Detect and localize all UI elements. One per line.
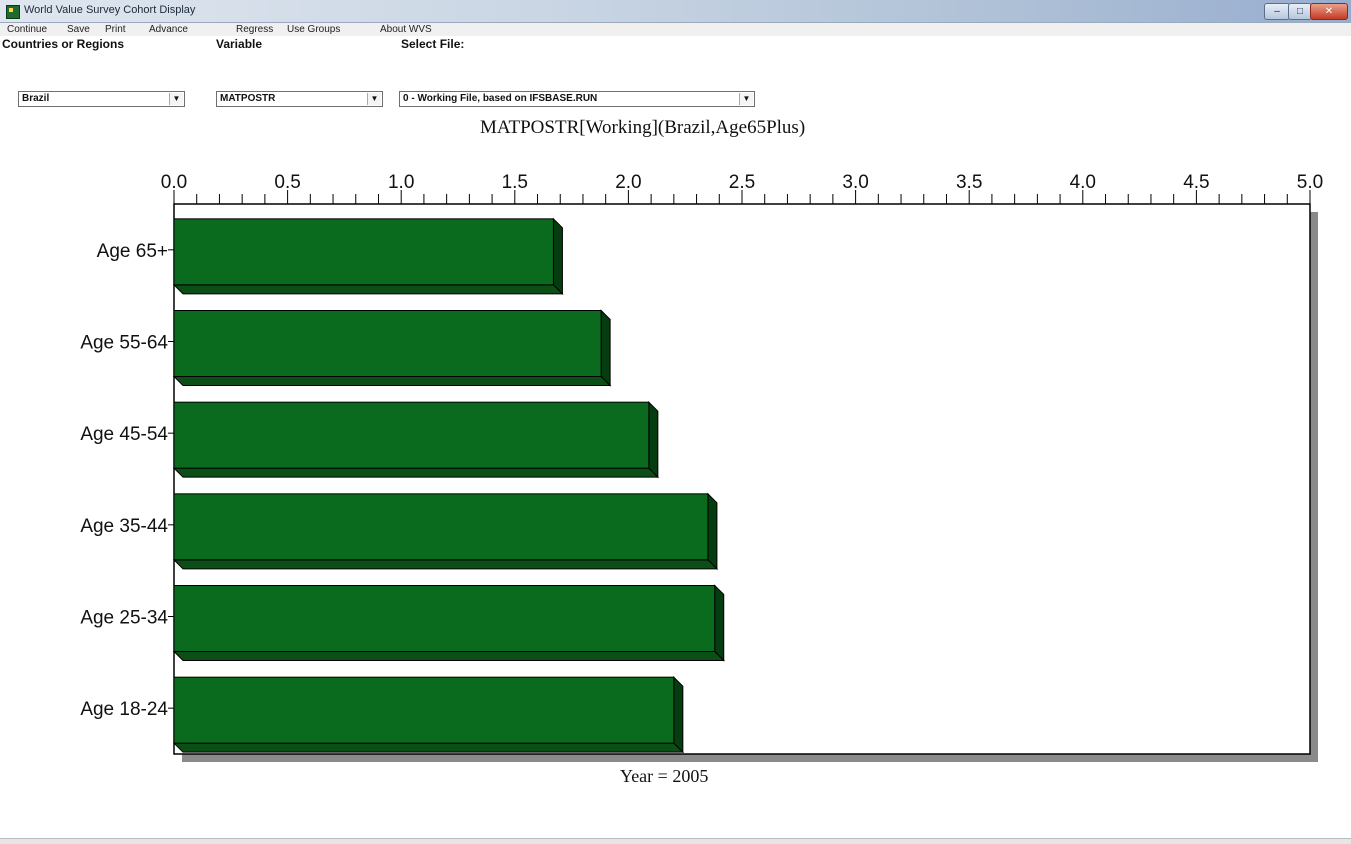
x-tick-label: 2.5 [729,172,755,193]
x-tick-label: 2.0 [615,172,641,193]
bar [173,676,675,744]
bar-bottom [172,376,612,386]
x-tick-label: 3.0 [842,172,868,193]
category-label: Age 18-24 [80,699,168,720]
bar-side [714,584,725,662]
category-label: Age 35-44 [80,516,168,537]
year-label: Year = 2005 [620,766,709,786]
bar-side [552,217,563,296]
bar-chart: 0.0 0.5 1.0 1.5 2.0 2.5 3.0 3.5 4.0 4.5 5.0 Age 65+… [80,172,1323,762]
bar [173,218,554,286]
bar [173,401,650,469]
bar-side [673,675,684,754]
bar [173,310,602,377]
x-tick-label: 1.5 [502,172,528,193]
window-bottom-edge [0,838,1351,844]
bar-side [648,400,659,479]
bar-bottom [172,467,660,478]
bar-bottom [172,284,564,295]
x-tick-label: 0.5 [274,172,300,193]
bar [173,585,716,652]
category-label: Age 25-34 [80,608,168,629]
bar-bottom [172,651,725,661]
x-tick-label: 1.0 [388,172,414,193]
bar-bottom [172,559,719,570]
category-label: Age 45-54 [80,424,168,445]
bar-bottom [172,742,685,753]
x-tick-label: 0.0 [161,172,187,193]
x-tick-label: 4.5 [1183,172,1209,193]
category-label: Age 55-64 [80,333,168,354]
x-tick-label: 5.0 [1297,172,1323,193]
bar-side [600,309,611,387]
category-label: Age 65+ [97,241,168,262]
x-tick-label: 4.0 [1070,172,1096,193]
bar [173,493,709,561]
bar-side [707,492,718,571]
x-tick-label: 3.5 [956,172,982,193]
